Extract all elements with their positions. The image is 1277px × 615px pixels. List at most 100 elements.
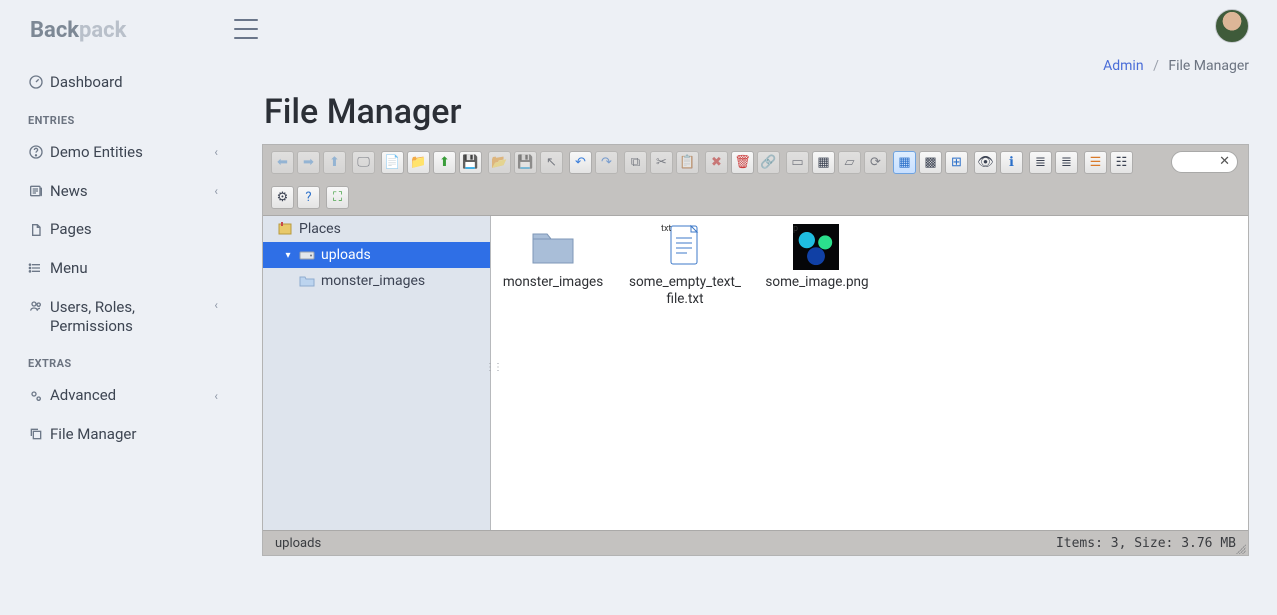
file-label: some_image.png bbox=[759, 274, 875, 291]
link-icon: 🔗 bbox=[760, 156, 776, 169]
upload-button[interactable]: ⬆ bbox=[433, 151, 456, 174]
chevron-left-icon: ‹ bbox=[214, 298, 218, 312]
refresh-button[interactable]: ⟳ bbox=[864, 151, 887, 174]
sidebar-item-news[interactable]: News ‹ bbox=[0, 172, 234, 211]
chevron-left-icon: ‹ bbox=[214, 184, 218, 198]
settings-button[interactable]: ⚙ bbox=[271, 186, 294, 209]
tree-monster-images[interactable]: monster_images bbox=[263, 268, 490, 294]
breadcrumb: Admin / File Manager bbox=[234, 52, 1277, 92]
sidebar-item-pages[interactable]: Pages bbox=[0, 210, 234, 249]
link-button[interactable]: 🔗 bbox=[757, 151, 780, 174]
delete-button[interactable]: ✖ bbox=[705, 151, 728, 174]
file-txt-some-empty[interactable]: txt some_empty_text_file.txt bbox=[627, 224, 743, 308]
view-small-icons-button[interactable]: ▩ bbox=[919, 151, 942, 174]
file-badge: txt bbox=[661, 224, 671, 234]
monitor-icon: 🖵 bbox=[357, 156, 370, 169]
view-list-button[interactable]: ☰ bbox=[1084, 151, 1107, 174]
sidebar-item-file-manager[interactable]: File Manager bbox=[0, 415, 234, 454]
clear-search-icon[interactable]: ✕ bbox=[1219, 154, 1230, 169]
tree-places[interactable]: Places bbox=[263, 216, 490, 242]
forward-button[interactable]: ➡ bbox=[297, 151, 320, 174]
sort-size-button[interactable]: ≣ bbox=[1055, 151, 1078, 174]
select-none-button[interactable]: ▱ bbox=[838, 151, 861, 174]
open-button[interactable]: 📂 bbox=[488, 151, 511, 174]
paste-button[interactable]: 📋 bbox=[676, 151, 699, 174]
sidebar-item-label: Users, Roles, Permissions bbox=[50, 298, 214, 336]
image-thumbnail: p bbox=[793, 224, 841, 268]
cursor-icon: ↖ bbox=[546, 156, 557, 169]
collapse-toggle-icon[interactable]: ▾ bbox=[283, 250, 293, 261]
arrow-up-icon: ⬆ bbox=[329, 156, 340, 169]
sidebar-item-label: File Manager bbox=[50, 425, 218, 444]
file-image-some-image[interactable]: p some_image.png bbox=[759, 224, 875, 291]
disk-button[interactable]: 💾 bbox=[514, 151, 537, 174]
help-button[interactable]: ? bbox=[297, 186, 320, 209]
hamburger-toggle[interactable] bbox=[234, 19, 258, 39]
home-button[interactable]: 🖵 bbox=[352, 151, 375, 174]
resize-grip[interactable] bbox=[1236, 544, 1246, 554]
sidebar-item-advanced[interactable]: Advanced ‹ bbox=[0, 376, 234, 415]
copy-button[interactable]: ⧉ bbox=[624, 151, 647, 174]
question-icon bbox=[28, 144, 50, 160]
sidebar-item-dashboard[interactable]: Dashboard bbox=[0, 63, 234, 102]
breadcrumb-admin-link[interactable]: Admin bbox=[1103, 58, 1143, 74]
undo-icon: ↶ bbox=[575, 156, 586, 169]
select-rect-icon: ▭ bbox=[791, 156, 803, 169]
arrow-right-icon: ➡ bbox=[303, 156, 314, 169]
sidebar-item-users-roles[interactable]: Users, Roles, Permissions ‹ bbox=[0, 288, 234, 346]
select-rect-button[interactable]: ▭ bbox=[786, 151, 809, 174]
brand-logo: Backpack bbox=[0, 4, 234, 63]
sort-name-button[interactable]: ≣ bbox=[1029, 151, 1052, 174]
download-button[interactable]: 💾 bbox=[459, 151, 482, 174]
sidebar-item-label: News bbox=[50, 182, 214, 201]
view-large-icons-button[interactable]: ▦ bbox=[893, 151, 916, 174]
up-button[interactable]: ⬆ bbox=[323, 151, 346, 174]
status-path: uploads bbox=[275, 536, 321, 551]
avatar[interactable] bbox=[1215, 9, 1249, 43]
nav-group-extras: EXTRAS bbox=[0, 345, 234, 376]
view-detail-button[interactable]: ☷ bbox=[1110, 151, 1133, 174]
newspaper-icon bbox=[28, 183, 50, 199]
file-label: some_empty_text_file.txt bbox=[627, 274, 743, 308]
file-icon bbox=[28, 222, 50, 238]
pointer-button[interactable]: ↖ bbox=[540, 151, 563, 174]
fm-tree: Places ▾ uploads bbox=[263, 216, 491, 530]
x-icon: ✖ bbox=[711, 156, 722, 169]
sidebar-item-demo-entities[interactable]: Demo Entities ‹ bbox=[0, 133, 234, 172]
undo-button[interactable]: ↶ bbox=[569, 151, 592, 174]
grid-icon: ⊞ bbox=[951, 156, 962, 169]
sidebar-item-label: Menu bbox=[50, 259, 218, 278]
fullscreen-button[interactable]: ⛶ bbox=[326, 186, 349, 209]
grid-large-icon: ▦ bbox=[898, 156, 910, 169]
cut-button[interactable]: ✂ bbox=[650, 151, 673, 174]
txt-file-icon: txt bbox=[661, 224, 709, 268]
info-button[interactable]: ℹ bbox=[1000, 151, 1023, 174]
breadcrumb-sep: / bbox=[1153, 58, 1159, 74]
new-folder-button[interactable]: 📁 bbox=[407, 151, 430, 174]
fm-toolbar: ⬅ ➡ ⬆ 🖵 📄 📁 ⬆ 💾 📂 💾 bbox=[263, 145, 1248, 216]
grid-small-icon: ▩ bbox=[924, 156, 936, 169]
file-label: monster_images bbox=[495, 274, 611, 291]
eye-icon: 👁 bbox=[977, 156, 994, 169]
sidebar-item-label: Pages bbox=[50, 220, 218, 239]
sidebar: Backpack Dashboard ENTRIES Demo Entities… bbox=[0, 0, 234, 615]
sidebar-item-menu[interactable]: Menu bbox=[0, 249, 234, 288]
tree-resize-handle[interactable]: ⋮⋮ bbox=[485, 362, 491, 384]
sidebar-item-label: Demo Entities bbox=[50, 143, 214, 162]
select-none-icon: ▱ bbox=[845, 156, 855, 169]
folder-open-icon: 📂 bbox=[491, 156, 507, 169]
new-file-button[interactable]: 📄 bbox=[381, 151, 404, 174]
view-grid-button[interactable]: ⊞ bbox=[945, 151, 968, 174]
brand-light: pack bbox=[79, 18, 126, 43]
back-button[interactable]: ⬅ bbox=[271, 151, 294, 174]
chevron-left-icon: ‹ bbox=[214, 389, 218, 403]
preview-button[interactable]: 👁 bbox=[974, 151, 997, 174]
redo-button[interactable]: ↷ bbox=[595, 151, 618, 174]
tree-uploads[interactable]: ▾ uploads bbox=[263, 242, 490, 268]
breadcrumb-current: File Manager bbox=[1168, 58, 1249, 74]
file-folder-monster-images[interactable]: monster_images bbox=[495, 224, 611, 291]
empty-trash-button[interactable]: 🗑 bbox=[731, 151, 754, 174]
select-all-button[interactable]: ▦ bbox=[812, 151, 835, 174]
list-icon bbox=[28, 260, 50, 276]
topbar bbox=[234, 0, 1277, 52]
